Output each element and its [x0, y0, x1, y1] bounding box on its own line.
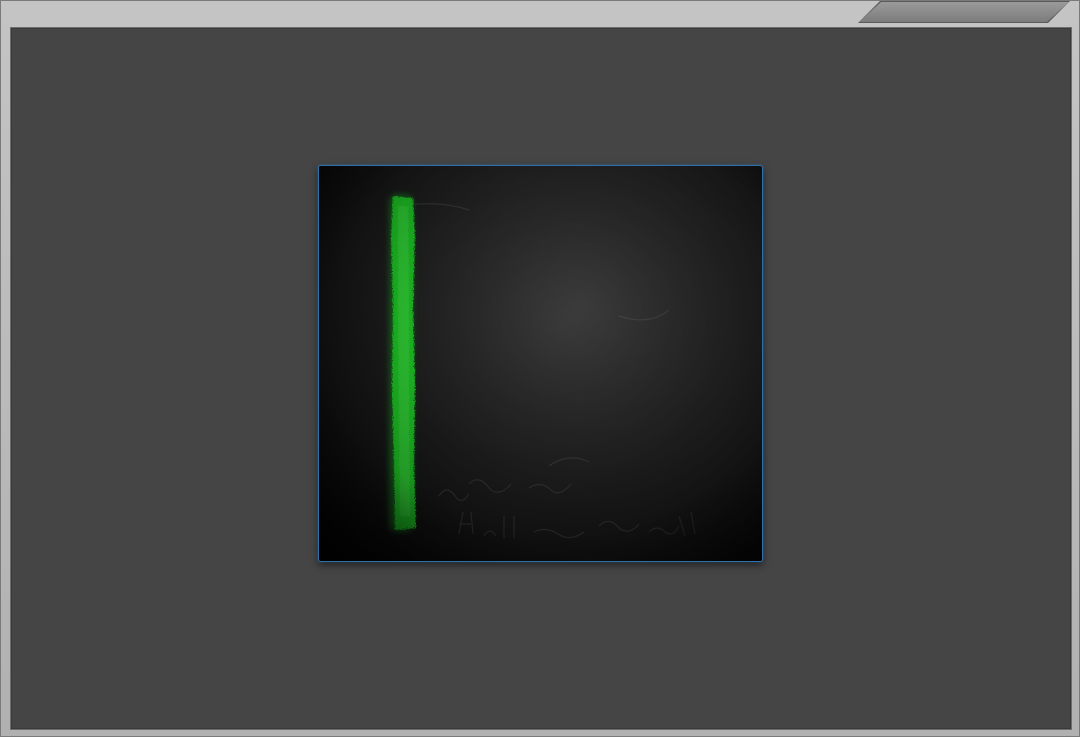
app-window [0, 0, 1080, 737]
vignette-overlay [319, 166, 762, 561]
chalkboard-image [319, 166, 762, 561]
chalkboard-photo[interactable] [318, 165, 763, 562]
title-tab[interactable] [859, 2, 1069, 22]
